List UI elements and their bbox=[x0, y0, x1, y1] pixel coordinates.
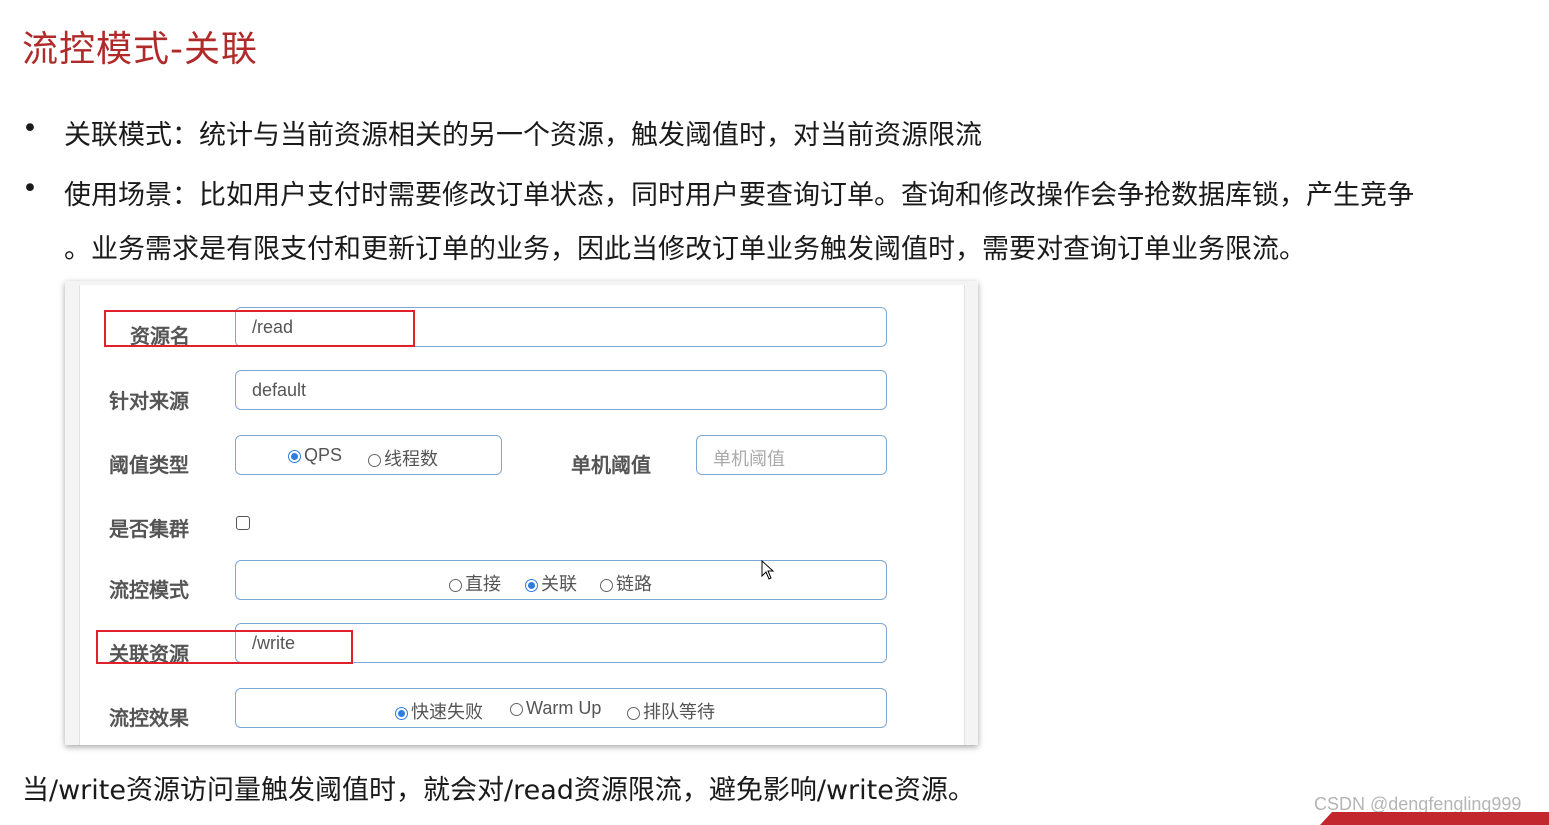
limit-app-value: default bbox=[252, 380, 307, 400]
cluster-label: 是否集群 bbox=[109, 517, 189, 541]
slide-corner-decoration bbox=[1320, 812, 1549, 825]
watermark: CSDN @dengfengling999 bbox=[1314, 794, 1522, 814]
bullet-dot: • bbox=[22, 113, 38, 144]
grade-label: 阈值类型 bbox=[109, 453, 189, 477]
limit-app-input[interactable]: default bbox=[235, 370, 887, 410]
strategy-option-direct[interactable]: 直接 bbox=[449, 570, 501, 596]
form-panel: 资源名 /read 针对来源 default 阈值类型 QPS 线程数 单机阈值… bbox=[79, 285, 965, 745]
strategy-label: 流控模式 bbox=[109, 578, 189, 602]
radio-icon bbox=[627, 706, 640, 720]
behavior-option-queue[interactable]: 排队等待 bbox=[627, 698, 715, 724]
limit-app-label: 针对来源 bbox=[109, 389, 189, 413]
control-behavior-radio-group: 快速失败 Warm Up 排队等待 bbox=[235, 688, 887, 728]
count-label: 单机阈值 bbox=[571, 453, 651, 477]
radio-selected-icon bbox=[525, 578, 538, 592]
slide-title: 流控模式-关联 bbox=[22, 29, 258, 70]
bullet-dot: • bbox=[22, 173, 38, 204]
count-input[interactable]: 单机阈值 bbox=[696, 435, 887, 475]
strategy-option-relate[interactable]: 关联 bbox=[525, 570, 577, 596]
mouse-cursor-icon bbox=[761, 560, 775, 580]
radio-icon bbox=[449, 578, 462, 592]
radio-icon bbox=[368, 453, 381, 467]
highlight-box-ref-resource bbox=[96, 630, 353, 664]
radio-icon bbox=[600, 578, 613, 592]
control-behavior-label: 流控效果 bbox=[109, 706, 189, 730]
bullet-text: 使用场景：比如用户支付时需要修改订单状态，同时用户要查询订单。查询和修改操作会争… bbox=[64, 180, 1414, 211]
radio-selected-icon bbox=[288, 449, 301, 463]
behavior-option-warm-up[interactable]: Warm Up bbox=[510, 698, 601, 719]
cluster-checkbox[interactable] bbox=[236, 516, 250, 530]
flow-rule-form-screenshot: 资源名 /read 针对来源 default 阈值类型 QPS 线程数 单机阈值… bbox=[65, 281, 978, 745]
count-placeholder: 单机阈值 bbox=[713, 449, 785, 469]
strategy-option-chain[interactable]: 链路 bbox=[600, 570, 652, 596]
grade-option-thread[interactable]: 线程数 bbox=[368, 445, 438, 471]
bullet-text: 关联模式：统计与当前资源相关的另一个资源，触发阈值时，对当前资源限流 bbox=[64, 120, 982, 151]
grade-option-qps[interactable]: QPS bbox=[288, 445, 342, 466]
strategy-radio-group: 直接 关联 链路 bbox=[235, 560, 887, 600]
radio-icon bbox=[510, 702, 523, 716]
grade-radio-group: QPS 线程数 bbox=[235, 435, 502, 475]
behavior-option-fast-fail[interactable]: 快速失败 bbox=[395, 698, 483, 724]
summary-text: 当/write资源访问量触发阈值时，就会对/read资源限流，避免影响/writ… bbox=[22, 775, 975, 806]
radio-selected-icon bbox=[395, 706, 408, 720]
bullet-text-continued: 。业务需求是有限支付和更新订单的业务，因此当修改订单业务触发阈值时，需要对查询订… bbox=[64, 234, 1306, 265]
highlight-box-resource-name bbox=[104, 310, 415, 347]
